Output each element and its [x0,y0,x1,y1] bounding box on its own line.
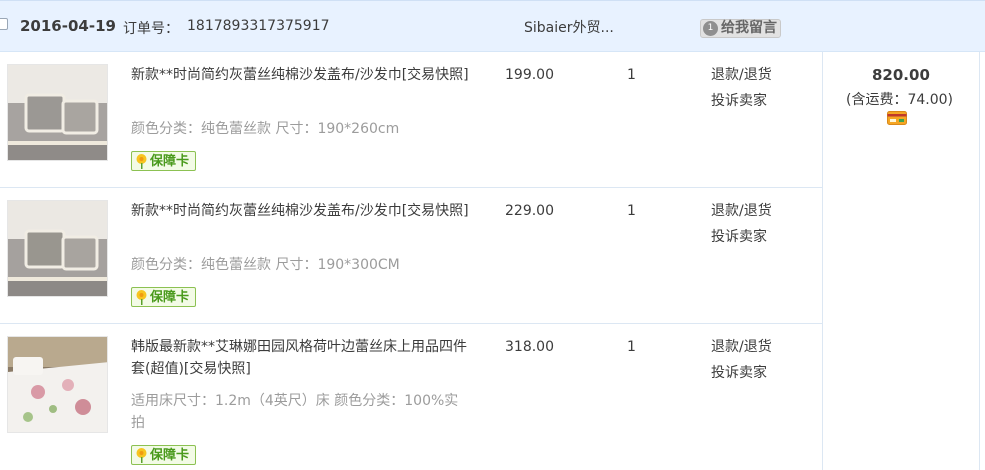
order-number-label: 订单号： [123,21,179,37]
product-title-link[interactable]: 韩版最新款**艾琳娜田园风格荷叶边蕾丝床上用品四件套(超值)[交易快照] [131,336,471,380]
product-sku: 适用床尺寸：1.2m（4英尺）床 颜色分类：100%实拍 [131,393,459,431]
message-icon: 1 [703,21,718,36]
right-border [979,52,980,470]
product-sku: 颜色分类：纯色蕾丝款 尺寸：190*260cm [131,121,400,137]
guarantee-card-badge[interactable]: 保障卡 [131,445,196,465]
item-price: 199.00 [505,67,554,83]
guarantee-card-label: 保障卡 [150,154,190,169]
refund-link[interactable]: 退款/退货 [711,62,772,88]
flower-icon [136,290,147,305]
shop-name-link[interactable]: Sibaier外贸... [524,17,614,37]
product-thumbnail[interactable] [7,64,108,161]
leave-message-button[interactable]: 1 给我留言 [700,19,781,38]
refund-link[interactable]: 退款/退货 [711,198,772,224]
item-quantity: 1 [627,339,636,355]
product-thumbnail[interactable] [7,200,108,297]
item-actions: 退款/退货 投诉卖家 [711,334,772,386]
product-thumbnail[interactable] [7,336,108,433]
item-actions: 退款/退货 投诉卖家 [711,198,772,250]
product-sku: 颜色分类：纯色蕾丝款 尺寸：190*300CM [131,257,400,273]
order-date: 2016-04-19 [20,17,116,35]
order-header: 2016-04-19 订单号： 1817893317375917 Sibaier… [0,0,985,52]
order-item-row: 韩版最新款**艾琳娜田园风格荷叶边蕾丝床上用品四件套(超值)[交易快照] 适用床… [0,324,822,470]
complain-seller-link[interactable]: 投诉卖家 [711,88,772,114]
guarantee-card-label: 保障卡 [150,448,190,463]
column-divider [822,52,823,470]
order-item-row: 新款**时尚简约灰蕾丝纯棉沙发盖布/沙发巾[交易快照] 颜色分类：纯色蕾丝款 尺… [0,188,822,323]
complain-seller-link[interactable]: 投诉卖家 [711,224,772,250]
product-title-link[interactable]: 新款**时尚简约灰蕾丝纯棉沙发盖布/沙发巾[交易快照] [131,64,471,86]
complain-seller-link[interactable]: 投诉卖家 [711,360,772,386]
guarantee-card-badge[interactable]: 保障卡 [131,151,196,171]
item-actions: 退款/退货 投诉卖家 [711,62,772,114]
item-quantity: 1 [627,203,636,219]
product-title-link[interactable]: 新款**时尚简约灰蕾丝纯棉沙发盖布/沙发巾[交易快照] [131,200,471,222]
order-number: 1817893317375917 [187,18,330,34]
guarantee-card-label: 保障卡 [150,290,190,305]
order-checkbox[interactable] [0,18,8,30]
order-total: 820.00 [872,66,930,84]
flower-icon [136,448,147,463]
item-price: 318.00 [505,339,554,355]
order-item-row: 新款**时尚简约灰蕾丝纯棉沙发盖布/沙发巾[交易快照] 颜色分类：纯色蕾丝款 尺… [0,52,822,187]
item-quantity: 1 [627,67,636,83]
card-icon[interactable] [887,111,907,125]
guarantee-card-badge[interactable]: 保障卡 [131,287,196,307]
flower-icon [136,154,147,169]
item-price: 229.00 [505,203,554,219]
refund-link[interactable]: 退款/退货 [711,334,772,360]
shipping-fee: (含运费：74.00) [846,92,954,108]
leave-message-label: 给我留言 [721,20,777,36]
